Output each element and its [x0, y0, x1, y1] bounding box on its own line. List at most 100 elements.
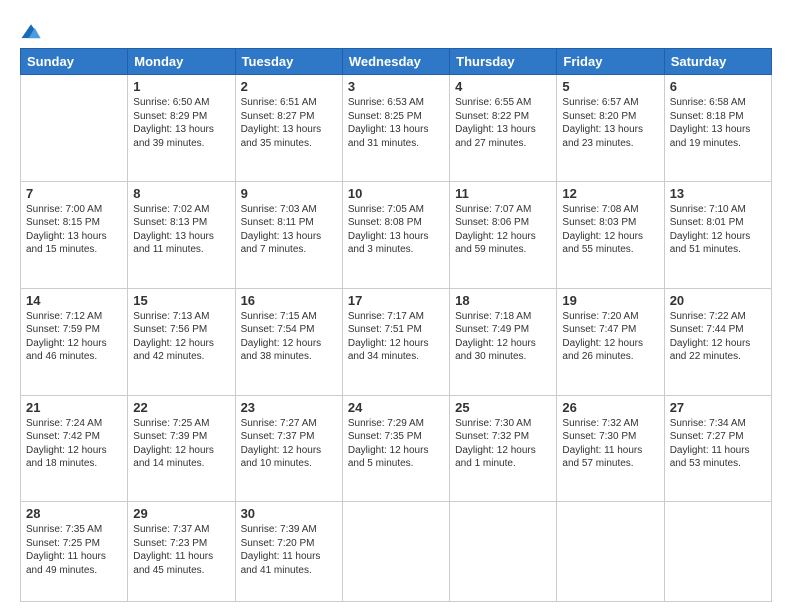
calendar-cell: [450, 502, 557, 602]
calendar-cell: 14 Sunrise: 7:12 AM Sunset: 7:59 PM Dayli…: [21, 288, 128, 395]
day-number: 2: [241, 79, 337, 94]
calendar-cell: 27Sunrise: 7:34 AM Sunset: 7:27 PM Dayli…: [664, 395, 771, 502]
calendar-cell: 10 Sunrise: 7:05 AM Sunset: 8:08 PM Dayli…: [342, 181, 449, 288]
weekday-header-saturday: Saturday: [664, 49, 771, 75]
cell-content: Sunrise: 7:15 AM Sunset: 7:54 PM Dayligh…: [241, 310, 337, 364]
calendar-cell: 30 Sunrise: 7:39 AM Sunset: 7:20 PM Dayli…: [235, 502, 342, 602]
calendar-cell: 18 Sunrise: 7:18 AM Sunset: 7:49 PM Dayli…: [450, 288, 557, 395]
cell-content: Sunrise: 7:22 AM Sunset: 7:44 PM Dayligh…: [670, 310, 766, 364]
cell-content: Sunrise: 6:51 AM Sunset: 8:27 PM Dayligh…: [241, 96, 337, 150]
calendar-cell: 16 Sunrise: 7:15 AM Sunset: 7:54 PM Dayli…: [235, 288, 342, 395]
day-number: 17: [348, 293, 444, 308]
weekday-header-wednesday: Wednesday: [342, 49, 449, 75]
page: SundayMondayTuesdayWednesdayThursdayFrid…: [0, 0, 792, 612]
weekday-header-sunday: Sunday: [21, 49, 128, 75]
day-number: 6: [670, 79, 766, 94]
day-number: 26: [562, 400, 658, 415]
calendar-cell: 19 Sunrise: 7:20 AM Sunset: 7:47 PM Dayli…: [557, 288, 664, 395]
calendar-cell: 2 Sunrise: 6:51 AM Sunset: 8:27 PM Daylig…: [235, 75, 342, 182]
calendar-cell: 9 Sunrise: 7:03 AM Sunset: 8:11 PM Daylig…: [235, 181, 342, 288]
day-number: 10: [348, 186, 444, 201]
calendar-cell: 5 Sunrise: 6:57 AM Sunset: 8:20 PM Daylig…: [557, 75, 664, 182]
day-number: 3: [348, 79, 444, 94]
calendar-cell: 25 Sunrise: 7:30 AM Sunset: 7:32 PM Dayli…: [450, 395, 557, 502]
day-number: 14: [26, 293, 122, 308]
cell-content: Sunrise: 7:39 AM Sunset: 7:20 PM Dayligh…: [241, 523, 337, 577]
weekday-header-monday: Monday: [128, 49, 235, 75]
calendar-cell: 26 Sunrise: 7:32 AM Sunset: 7:30 PM Dayli…: [557, 395, 664, 502]
cell-content: Sunrise: 7:27 AM Sunset: 7:37 PM Dayligh…: [241, 417, 337, 471]
calendar-week-row: 7Sunrise: 7:00 AM Sunset: 8:15 PM Daylig…: [21, 181, 772, 288]
calendar-cell: 12 Sunrise: 7:08 AM Sunset: 8:03 PM Dayli…: [557, 181, 664, 288]
weekday-header-friday: Friday: [557, 49, 664, 75]
calendar-cell: 21 Sunrise: 7:24 AM Sunset: 7:42 PM Dayli…: [21, 395, 128, 502]
cell-content: Sunrise: 7:30 AM Sunset: 7:32 PM Dayligh…: [455, 417, 551, 471]
day-number: 12: [562, 186, 658, 201]
day-number: 23: [241, 400, 337, 415]
cell-content: Sunrise: 7:13 AM Sunset: 7:56 PM Dayligh…: [133, 310, 229, 364]
day-number: 19: [562, 293, 658, 308]
day-number: 7: [26, 186, 122, 201]
day-number: 29: [133, 506, 229, 521]
cell-content: Sunrise: 7:05 AM Sunset: 8:08 PM Dayligh…: [348, 203, 444, 257]
cell-content: Sunrise: 7:07 AM Sunset: 8:06 PM Dayligh…: [455, 203, 551, 257]
day-number: 15: [133, 293, 229, 308]
weekday-header-row: SundayMondayTuesdayWednesdayThursdayFrid…: [21, 49, 772, 75]
cell-content: Sunrise: 7:03 AM Sunset: 8:11 PM Dayligh…: [241, 203, 337, 257]
cell-content: Sunrise: 7:08 AM Sunset: 8:03 PM Dayligh…: [562, 203, 658, 257]
day-number: 9: [241, 186, 337, 201]
calendar-cell: 11 Sunrise: 7:07 AM Sunset: 8:06 PM Dayli…: [450, 181, 557, 288]
cell-content: Sunrise: 6:55 AM Sunset: 8:22 PM Dayligh…: [455, 96, 551, 150]
cell-content: Sunrise: 7:24 AM Sunset: 7:42 PM Dayligh…: [26, 417, 122, 471]
day-number: 25: [455, 400, 551, 415]
calendar-week-row: 14 Sunrise: 7:12 AM Sunset: 7:59 PM Dayli…: [21, 288, 772, 395]
day-number: 27: [670, 400, 766, 415]
cell-content: Sunrise: 7:10 AM Sunset: 8:01 PM Dayligh…: [670, 203, 766, 257]
day-number: 16: [241, 293, 337, 308]
day-number: 18: [455, 293, 551, 308]
day-number: 1: [133, 79, 229, 94]
calendar-week-row: 21 Sunrise: 7:24 AM Sunset: 7:42 PM Dayli…: [21, 395, 772, 502]
calendar-cell: 23 Sunrise: 7:27 AM Sunset: 7:37 PM Dayli…: [235, 395, 342, 502]
calendar-week-row: 28 Sunrise: 7:35 AM Sunset: 7:25 PM Dayli…: [21, 502, 772, 602]
cell-content: Sunrise: 7:18 AM Sunset: 7:49 PM Dayligh…: [455, 310, 551, 364]
day-number: 13: [670, 186, 766, 201]
calendar-week-row: 1Sunrise: 6:50 AM Sunset: 8:29 PM Daylig…: [21, 75, 772, 182]
day-number: 4: [455, 79, 551, 94]
weekday-header-thursday: Thursday: [450, 49, 557, 75]
header: [20, 18, 772, 44]
day-number: 22: [133, 400, 229, 415]
calendar-cell: 29 Sunrise: 7:37 AM Sunset: 7:23 PM Dayli…: [128, 502, 235, 602]
day-number: 5: [562, 79, 658, 94]
calendar-table: SundayMondayTuesdayWednesdayThursdayFrid…: [20, 48, 772, 602]
calendar-cell: 7Sunrise: 7:00 AM Sunset: 8:15 PM Daylig…: [21, 181, 128, 288]
cell-content: Sunrise: 7:20 AM Sunset: 7:47 PM Dayligh…: [562, 310, 658, 364]
cell-content: Sunrise: 6:57 AM Sunset: 8:20 PM Dayligh…: [562, 96, 658, 150]
cell-content: Sunrise: 7:37 AM Sunset: 7:23 PM Dayligh…: [133, 523, 229, 577]
day-number: 21: [26, 400, 122, 415]
day-number: 28: [26, 506, 122, 521]
calendar-cell: 3 Sunrise: 6:53 AM Sunset: 8:25 PM Daylig…: [342, 75, 449, 182]
calendar-cell: [664, 502, 771, 602]
calendar-cell: 22Sunrise: 7:25 AM Sunset: 7:39 PM Dayli…: [128, 395, 235, 502]
cell-content: Sunrise: 7:35 AM Sunset: 7:25 PM Dayligh…: [26, 523, 122, 577]
day-number: 24: [348, 400, 444, 415]
cell-content: Sunrise: 7:12 AM Sunset: 7:59 PM Dayligh…: [26, 310, 122, 364]
cell-content: Sunrise: 6:53 AM Sunset: 8:25 PM Dayligh…: [348, 96, 444, 150]
day-number: 30: [241, 506, 337, 521]
day-number: 8: [133, 186, 229, 201]
cell-content: Sunrise: 7:32 AM Sunset: 7:30 PM Dayligh…: [562, 417, 658, 471]
cell-content: Sunrise: 7:02 AM Sunset: 8:13 PM Dayligh…: [133, 203, 229, 257]
calendar-cell: 8 Sunrise: 7:02 AM Sunset: 8:13 PM Daylig…: [128, 181, 235, 288]
calendar-cell: 6 Sunrise: 6:58 AM Sunset: 8:18 PM Daylig…: [664, 75, 771, 182]
day-number: 20: [670, 293, 766, 308]
calendar-cell: 17Sunrise: 7:17 AM Sunset: 7:51 PM Dayli…: [342, 288, 449, 395]
calendar-cell: 24 Sunrise: 7:29 AM Sunset: 7:35 PM Dayli…: [342, 395, 449, 502]
cell-content: Sunrise: 6:58 AM Sunset: 8:18 PM Dayligh…: [670, 96, 766, 150]
calendar-cell: 15 Sunrise: 7:13 AM Sunset: 7:56 PM Dayli…: [128, 288, 235, 395]
day-number: 11: [455, 186, 551, 201]
calendar-cell: 20 Sunrise: 7:22 AM Sunset: 7:44 PM Dayli…: [664, 288, 771, 395]
cell-content: Sunrise: 7:29 AM Sunset: 7:35 PM Dayligh…: [348, 417, 444, 471]
logo-icon: [20, 22, 42, 44]
calendar-cell: [21, 75, 128, 182]
